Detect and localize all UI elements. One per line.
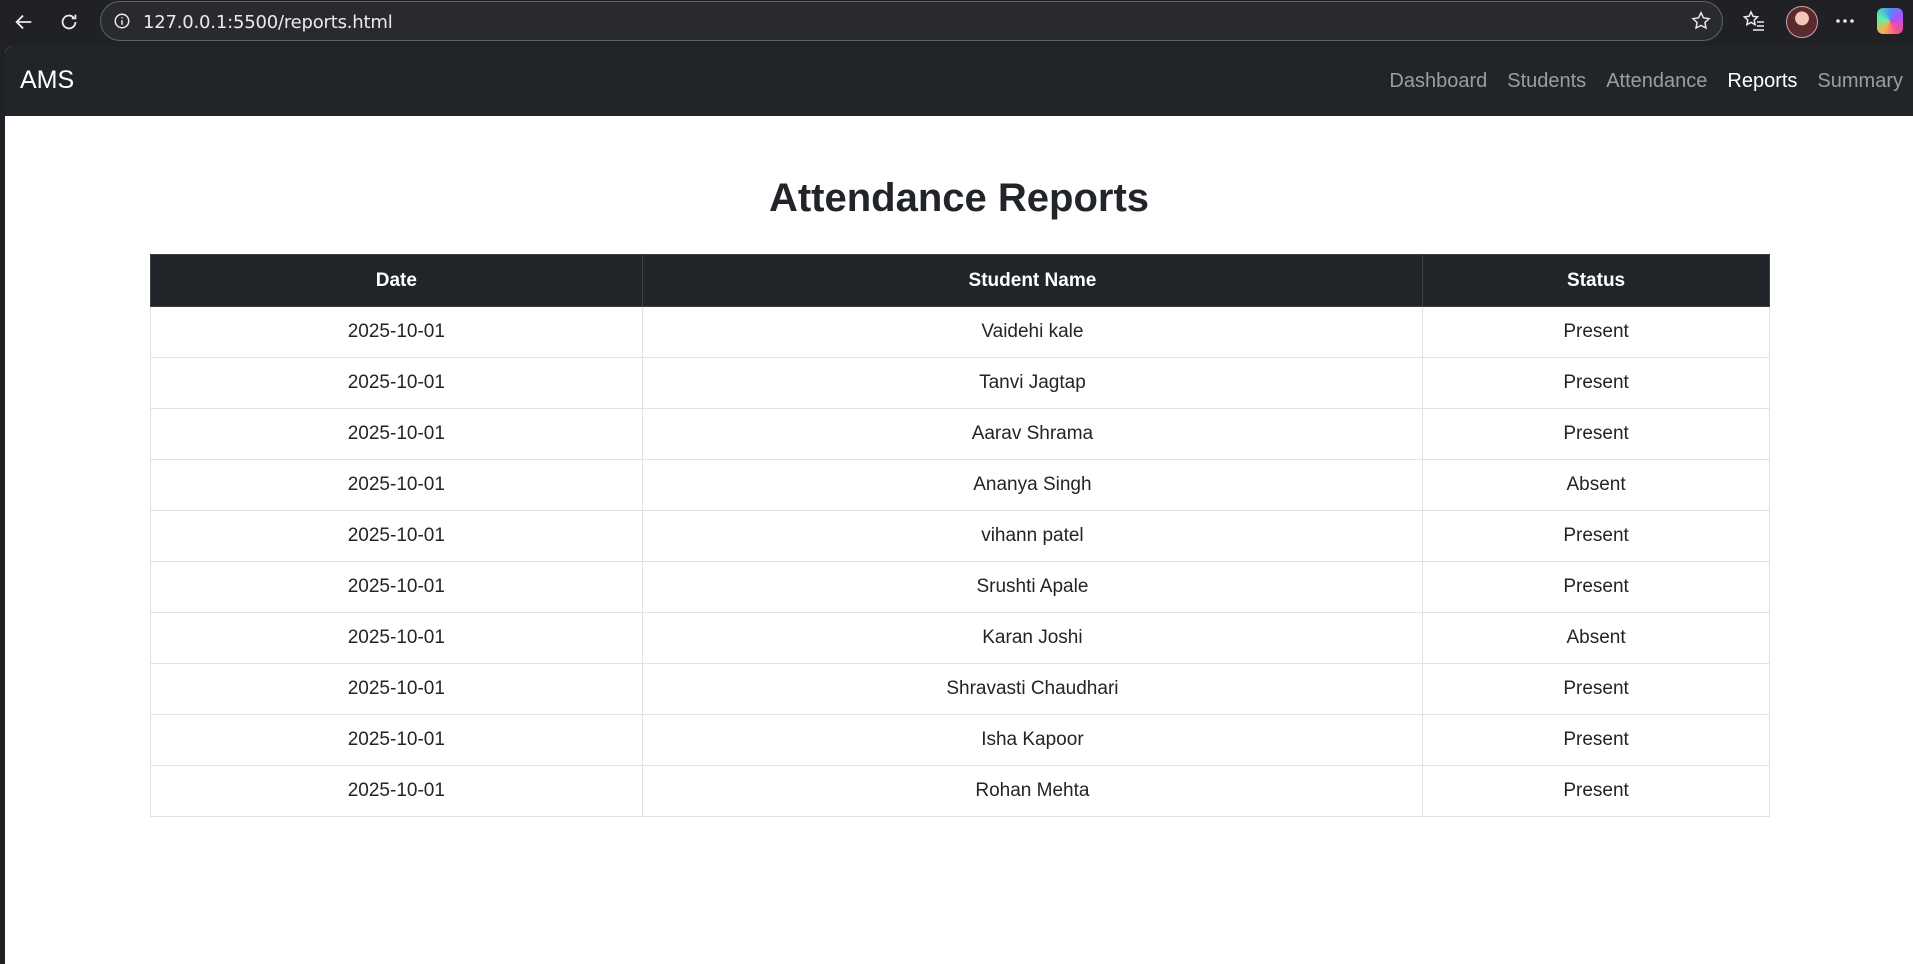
url-text[interactable]: 127.0.0.1:5500/reports.html [143, 12, 393, 33]
page-viewport: AMS Dashboard Students Attendance Report… [5, 46, 1913, 964]
cell-status: Absent [1422, 612, 1770, 664]
cell-status: Present [1422, 510, 1770, 562]
column-header-date: Date [150, 254, 643, 307]
nav-link-attendance[interactable]: Attendance [1596, 70, 1717, 93]
cell-student-name: Aarav Shrama [641, 408, 1424, 460]
cell-date: 2025-10-01 [150, 459, 643, 511]
nav-link-reports[interactable]: Reports [1717, 70, 1807, 93]
table-row: 2025-10-01 Karan Joshi Absent [150, 612, 1770, 664]
nav-link-dashboard[interactable]: Dashboard [1379, 70, 1497, 93]
table-row: 2025-10-01 Shravasti Chaudhari Present [150, 663, 1770, 715]
cell-student-name: Ananya Singh [641, 459, 1424, 511]
cell-status: Present [1422, 765, 1770, 817]
cell-status: Present [1422, 663, 1770, 715]
nav-link-students[interactable]: Students [1497, 70, 1596, 93]
table-row: 2025-10-01 Ananya Singh Absent [150, 459, 1770, 511]
table-row: 2025-10-01 Srushti Apale Present [150, 561, 1770, 613]
site-info-icon[interactable] [113, 12, 131, 30]
cell-date: 2025-10-01 [150, 561, 643, 613]
copilot-icon[interactable] [1877, 8, 1903, 34]
cell-status: Present [1422, 714, 1770, 766]
page-title: Attendance Reports [768, 176, 1150, 220]
browser-toolbar: 127.0.0.1:5500/reports.html [0, 0, 1913, 43]
cell-status: Present [1422, 306, 1770, 358]
back-arrow-icon [15, 14, 32, 30]
cell-date: 2025-10-01 [150, 408, 643, 460]
cell-student-name: Karan Joshi [641, 612, 1424, 664]
cell-status: Present [1422, 408, 1770, 460]
cell-date: 2025-10-01 [150, 663, 643, 715]
cell-student-name: Rohan Mehta [641, 765, 1424, 817]
table-row: 2025-10-01 Isha Kapoor Present [150, 714, 1770, 766]
cell-date: 2025-10-01 [150, 765, 643, 817]
cell-student-name: Shravasti Chaudhari [641, 663, 1424, 715]
back-button[interactable] [6, 4, 42, 40]
column-header-status: Status [1422, 254, 1770, 307]
cell-student-name: Srushti Apale [641, 561, 1424, 613]
app-navbar: AMS Dashboard Students Attendance Report… [5, 46, 1913, 116]
cell-status: Present [1422, 357, 1770, 409]
cell-date: 2025-10-01 [150, 714, 643, 766]
profile-avatar[interactable] [1786, 6, 1818, 38]
cell-date: 2025-10-01 [150, 510, 643, 562]
table-row: 2025-10-01 vihann patel Present [150, 510, 1770, 562]
cell-date: 2025-10-01 [150, 612, 643, 664]
table-header-row: Date Student Name Status [150, 254, 1770, 307]
reload-button[interactable] [51, 4, 87, 40]
favorites-button[interactable] [1741, 8, 1767, 34]
cell-student-name: vihann patel [641, 510, 1424, 562]
table-row: 2025-10-01 Aarav Shrama Present [150, 408, 1770, 460]
nav-link-summary[interactable]: Summary [1807, 70, 1913, 93]
table-row: 2025-10-01 Tanvi Jagtap Present [150, 357, 1770, 409]
table-row: 2025-10-01 Rohan Mehta Present [150, 765, 1770, 817]
more-options-button[interactable] [1832, 8, 1858, 34]
cell-student-name: Isha Kapoor [641, 714, 1424, 766]
address-bar[interactable]: 127.0.0.1:5500/reports.html [100, 1, 1723, 41]
cell-date: 2025-10-01 [150, 306, 643, 358]
table-row: 2025-10-01 Vaidehi kale Present [150, 306, 1770, 358]
cell-date: 2025-10-01 [150, 357, 643, 409]
favorites-icon [1742, 10, 1764, 31]
bookmark-star-icon[interactable] [1690, 10, 1712, 32]
cell-status: Absent [1422, 459, 1770, 511]
attendance-table: Date Student Name Status 2025-10-01 Vaid… [150, 254, 1770, 817]
more-dots-icon [1836, 19, 1854, 23]
cell-student-name: Vaidehi kale [641, 306, 1424, 358]
cell-student-name: Tanvi Jagtap [641, 357, 1424, 409]
reload-icon [61, 14, 77, 30]
column-header-student-name: Student Name [641, 254, 1424, 307]
brand-logo[interactable]: AMS [20, 66, 74, 95]
nav-links: Dashboard Students Attendance Reports Su… [1379, 46, 1913, 116]
cell-status: Present [1422, 561, 1770, 613]
